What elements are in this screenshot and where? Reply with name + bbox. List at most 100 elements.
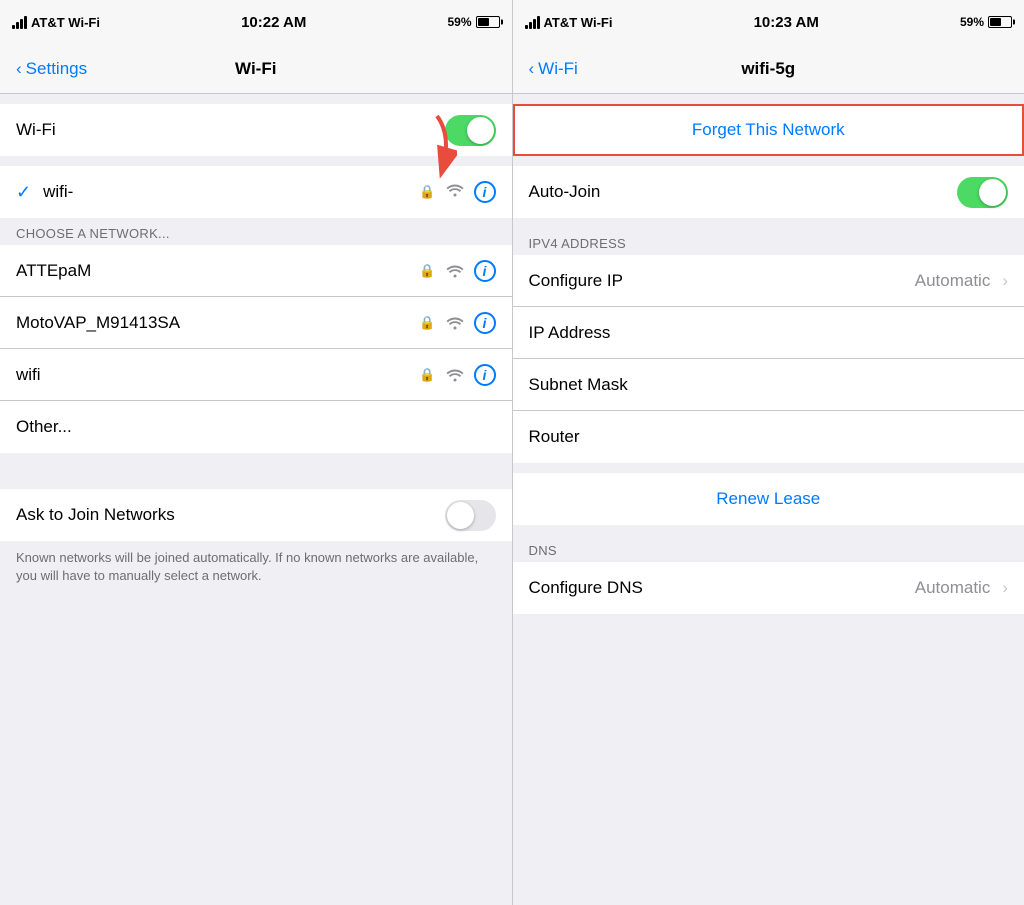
network-icons-0: 🔒 i xyxy=(419,260,495,282)
forget-section: Forget This Network xyxy=(513,104,1024,156)
network-name-0: ATTEpaM xyxy=(16,261,419,281)
network-row-1[interactable]: MotoVAP_M91413SA 🔒 i xyxy=(0,297,512,349)
network-icons-1: 🔒 i xyxy=(419,312,495,334)
status-bar-left: AT&T Wi-Fi 10:22 AM 59% xyxy=(0,0,512,44)
status-left: AT&T Wi-Fi xyxy=(12,15,100,30)
time-left: 10:22 AM xyxy=(241,14,306,31)
network-icons-2: 🔒 i xyxy=(419,364,495,386)
wifi-label: Wi-Fi xyxy=(16,120,445,140)
auto-join-label: Auto-Join xyxy=(529,182,958,202)
gap-r3 xyxy=(513,218,1024,228)
wifi-toggle[interactable] xyxy=(445,115,496,146)
wifi-icon-1 xyxy=(446,316,464,330)
wifi-icon-0 xyxy=(446,264,464,278)
auto-join-section: Auto-Join xyxy=(513,166,1024,218)
gap-r2 xyxy=(513,156,1024,166)
gap1 xyxy=(0,94,512,104)
gap3 xyxy=(0,453,512,489)
network-row-other[interactable]: Other... xyxy=(0,401,512,453)
lock-icon-0: 🔒 xyxy=(419,263,435,279)
connected-section: ✓ wifi- 🔒 i xyxy=(0,166,512,218)
forget-label: Forget This Network xyxy=(531,120,1007,140)
info-icon-1[interactable]: i xyxy=(474,312,496,334)
ask-join-knob xyxy=(447,502,474,529)
battery-icon-right xyxy=(988,16,1012,28)
connected-network-name: wifi- xyxy=(43,182,419,202)
nav-bar-right: ‹ Wi-Fi wifi-5g xyxy=(513,44,1024,94)
lock-icon-2: 🔒 xyxy=(419,367,435,383)
lock-icon-1: 🔒 xyxy=(419,315,435,331)
status-right-left: 59% xyxy=(447,15,499,29)
auto-join-cell: Auto-Join xyxy=(513,166,1024,218)
battery-icon-left xyxy=(476,16,500,28)
dns-header: DNS xyxy=(513,535,1024,562)
network-list: ATTEpaM 🔒 i MotoVAP_M91413SA 🔒 i wifi 🔒 … xyxy=(0,245,512,453)
configure-dns-cell[interactable]: Configure DNS Automatic › xyxy=(513,562,1024,614)
renew-lease-label: Renew Lease xyxy=(529,489,1009,509)
wifi-icon-2 xyxy=(446,368,464,382)
wifi-section: Wi-Fi xyxy=(0,104,512,156)
forget-cell[interactable]: Forget This Network xyxy=(513,104,1024,156)
status-right-right: 59% xyxy=(960,15,1012,29)
ip-address-cell[interactable]: IP Address xyxy=(513,307,1024,359)
network-row-2[interactable]: wifi 🔒 i xyxy=(0,349,512,401)
signal-icon xyxy=(12,16,27,29)
nav-title-left: Wi-Fi xyxy=(235,59,276,79)
router-cell[interactable]: Router xyxy=(513,411,1024,463)
configure-ip-cell[interactable]: Configure IP Automatic › xyxy=(513,255,1024,307)
router-label: Router xyxy=(529,427,1009,447)
carrier-left: AT&T Wi-Fi xyxy=(31,15,100,30)
auto-join-toggle[interactable] xyxy=(957,177,1008,208)
ask-join-description: Known networks will be joined automatica… xyxy=(0,541,512,601)
configure-ip-label: Configure IP xyxy=(529,271,915,291)
wifi-signal-connected xyxy=(446,183,464,202)
status-left-right: AT&T Wi-Fi xyxy=(525,15,613,30)
lock-icon-connected: 🔒 xyxy=(419,184,435,200)
status-bar-right: AT&T Wi-Fi 10:23 AM 59% xyxy=(513,0,1024,44)
ip-section: Configure IP Automatic › IP Address Subn… xyxy=(513,255,1024,463)
connected-network-icons: 🔒 i xyxy=(419,181,495,203)
back-chevron-right: ‹ xyxy=(529,59,535,79)
gap-r4 xyxy=(513,463,1024,473)
ask-join-label: Ask to Join Networks xyxy=(16,505,445,525)
configure-ip-chevron: › xyxy=(1002,271,1008,291)
dns-section: Configure DNS Automatic › xyxy=(513,562,1024,614)
nav-bar-left: ‹ Settings Wi-Fi xyxy=(0,44,512,94)
checkmark-icon: ✓ xyxy=(16,182,31,203)
ask-join-cell: Ask to Join Networks xyxy=(0,489,512,541)
configure-dns-value: Automatic xyxy=(915,578,991,598)
auto-join-knob xyxy=(979,179,1006,206)
renew-lease-cell[interactable]: Renew Lease xyxy=(513,473,1024,525)
configure-dns-chevron: › xyxy=(1002,578,1008,598)
connected-network-cell[interactable]: ✓ wifi- 🔒 i xyxy=(0,166,512,218)
back-label-left: Settings xyxy=(26,59,87,79)
back-button-right[interactable]: ‹ Wi-Fi xyxy=(529,59,578,79)
renew-section: Renew Lease xyxy=(513,473,1024,525)
subnet-mask-label: Subnet Mask xyxy=(529,375,1009,395)
ask-join-section: Ask to Join Networks xyxy=(0,489,512,541)
carrier-right: AT&T Wi-Fi xyxy=(544,15,613,30)
left-panel: AT&T Wi-Fi 10:22 AM 59% ‹ Settings Wi-Fi… xyxy=(0,0,512,905)
network-name-2: wifi xyxy=(16,365,419,385)
info-icon-0[interactable]: i xyxy=(474,260,496,282)
wifi-toggle-knob xyxy=(467,117,494,144)
network-row-0[interactable]: ATTEpaM 🔒 i xyxy=(0,245,512,297)
signal-icon-right xyxy=(525,16,540,29)
back-label-right: Wi-Fi xyxy=(538,59,578,79)
subnet-mask-cell[interactable]: Subnet Mask xyxy=(513,359,1024,411)
gap2 xyxy=(0,156,512,166)
wifi-toggle-cell: Wi-Fi xyxy=(0,104,512,156)
battery-percent-right: 59% xyxy=(960,15,984,29)
time-right: 10:23 AM xyxy=(754,14,819,31)
network-name-1: MotoVAP_M91413SA xyxy=(16,313,419,333)
back-button-left[interactable]: ‹ Settings xyxy=(16,59,87,79)
info-icon-connected[interactable]: i xyxy=(474,181,496,203)
battery-percent-left: 59% xyxy=(447,15,471,29)
configure-ip-value: Automatic xyxy=(915,271,991,291)
ip-address-label: IP Address xyxy=(529,323,1009,343)
network-name-other: Other... xyxy=(16,417,496,437)
back-chevron-left: ‹ xyxy=(16,59,22,79)
ask-join-toggle[interactable] xyxy=(445,500,496,531)
ipv4-header: IPV4 ADDRESS xyxy=(513,228,1024,255)
info-icon-2[interactable]: i xyxy=(474,364,496,386)
